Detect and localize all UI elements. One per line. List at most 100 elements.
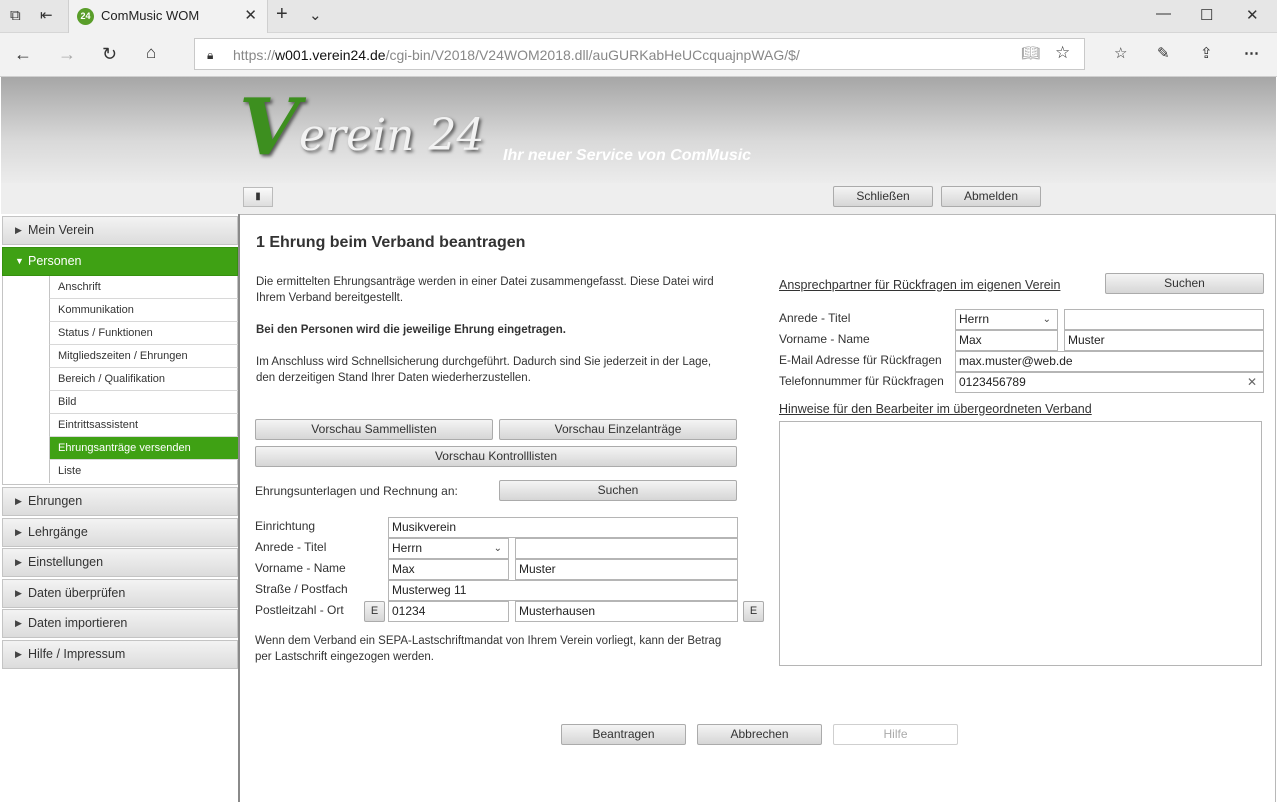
set-tabs-aside-icon[interactable]: ⇤ [40, 8, 53, 24]
favicon-icon: 24 [77, 8, 94, 25]
back-icon[interactable]: ← [14, 45, 32, 63]
new-tab-icon[interactable]: + [276, 4, 288, 24]
chevron-down-icon: ⌄ [1042, 314, 1051, 325]
refresh-icon[interactable]: ↻ [102, 45, 117, 63]
plz-lookup-button[interactable]: E [364, 601, 385, 622]
nav-personen[interactable]: ▼ Personen [2, 247, 238, 276]
menu-toggle-button[interactable]: ▮ [243, 187, 273, 207]
reading-view-icon[interactable]: 📖︎ [1021, 46, 1040, 62]
strasse-input[interactable]: Musterweg 11 [388, 580, 738, 601]
caret-right-icon: ▶ [15, 225, 22, 235]
contact-nachname-input[interactable]: Muster [1064, 330, 1264, 351]
sub-mitgliedszeiten[interactable]: Mitgliedszeiten / Ehrungen [49, 345, 238, 368]
chevron-down-icon: ⌄ [493, 543, 502, 554]
clear-icon[interactable]: ✕ [1247, 373, 1257, 392]
contact-anrede-select[interactable]: Herrn ⌄ [955, 309, 1058, 330]
sub-kommunikation[interactable]: Kommunikation [49, 299, 238, 322]
contact-phone-input[interactable]: 0123456789 ✕ [955, 372, 1264, 393]
browser-tab-bar: ⧉ ⇤ 24 ComMusic WOM ✕ + ⌄ — ☐ ✕ [0, 0, 1277, 33]
more-icon[interactable]: ⋯ [1244, 46, 1259, 62]
home-icon[interactable]: ⌂ [146, 44, 156, 61]
help-button[interactable]: Hilfe [833, 724, 958, 745]
nav-label: Hilfe / Impressum [28, 647, 126, 661]
preview-control-lists-button[interactable]: Vorschau Kontrolllisten [255, 446, 737, 467]
contact-email-input[interactable]: max.muster@web.de [955, 351, 1264, 372]
sub-liste[interactable]: Liste [49, 460, 238, 483]
sepa-text-line2: per Lastschrift eingezogen werden. [255, 651, 434, 663]
nav-label: Daten überprüfen [28, 586, 126, 600]
contact-titel-input[interactable] [1064, 309, 1264, 330]
anrede-label: Anrede - Titel [255, 540, 327, 554]
favorites-list-icon[interactable]: ☆ [1114, 46, 1127, 62]
nav-daten-importieren[interactable]: ▶ Daten importieren [2, 609, 238, 638]
caret-right-icon: ▶ [15, 557, 22, 567]
caret-right-icon: ▶ [15, 588, 22, 598]
url-text: https://w001.verein24.de/cgi-bin/V2018/V… [233, 47, 800, 63]
logout-button[interactable]: Abmelden [941, 186, 1041, 207]
nav-hilfe[interactable]: ▶ Hilfe / Impressum [2, 640, 238, 669]
share-icon[interactable]: ⇪ [1200, 46, 1213, 62]
ort-lookup-button[interactable]: E [743, 601, 764, 622]
nav-lehrgaenge[interactable]: ▶ Lehrgänge [2, 518, 238, 547]
caret-right-icon: ▶ [15, 649, 22, 659]
caret-right-icon: ▶ [15, 527, 22, 537]
sub-bereich[interactable]: Bereich / Qualifikation [49, 368, 238, 391]
sub-anschrift[interactable]: Anschrift [49, 276, 238, 299]
submit-button[interactable]: Beantragen [561, 724, 686, 745]
plz-ort-label: Postleitzahl - Ort [255, 603, 344, 617]
sub-ehrungsantraege[interactable]: Ehrungsanträge versenden [49, 437, 238, 460]
contact-email-label: E-Mail Adresse für Rückfragen [779, 353, 942, 367]
logo-text: erein 24 [299, 110, 485, 161]
nachname-input[interactable]: Muster [515, 559, 738, 580]
nav-label: Daten importieren [28, 616, 128, 630]
intro-text-line1: Die ermittelten Ehrungsanträge werden in… [256, 276, 714, 288]
close-window-icon[interactable]: ✕ [1246, 8, 1259, 24]
preview-collective-lists-button[interactable]: Vorschau Sammellisten [255, 419, 493, 440]
nav-label: Mein Verein [28, 223, 95, 237]
minimize-icon[interactable]: — [1156, 6, 1171, 22]
tab-title: ComMusic WOM [101, 8, 200, 23]
close-tab-icon[interactable]: ✕ [244, 6, 257, 24]
plz-input[interactable]: 01234 [388, 601, 509, 622]
nav-ehrungen[interactable]: ▶ Ehrungen [2, 487, 238, 516]
search-contact-button[interactable]: Suchen [1105, 273, 1264, 294]
tab-preview-icon[interactable]: ⧉ [10, 8, 21, 24]
sub-status[interactable]: Status / Funktionen [49, 322, 238, 345]
name-label: Vorname - Name [255, 561, 346, 575]
nav-mein-verein[interactable]: ▶ Mein Verein [2, 216, 238, 245]
sub-eintritt[interactable]: Eintrittsassistent [49, 414, 238, 437]
slogan: Ihr neuer Service von ComMusic [503, 147, 752, 164]
nav-daten-pruefen[interactable]: ▶ Daten überprüfen [2, 579, 238, 608]
contact-vorname-input[interactable]: Max [955, 330, 1058, 351]
favorite-star-icon[interactable]: ☆ [1055, 44, 1070, 61]
contact-anrede-label: Anrede - Titel [779, 311, 851, 325]
url-field[interactable]: 🔒︎ https://w001.verein24.de/cgi-bin/V201… [194, 38, 1085, 70]
lock-icon: 🔒︎ [207, 48, 214, 62]
caret-right-icon: ▶ [15, 496, 22, 506]
caret-right-icon: ▶ [15, 618, 22, 628]
sub-bild[interactable]: Bild [49, 391, 238, 414]
forward-icon[interactable]: → [58, 45, 76, 63]
anrede-value: Herrn [392, 541, 423, 555]
preview-single-applications-button[interactable]: Vorschau Einzelanträge [499, 419, 737, 440]
anrede-select[interactable]: Herrn ⌄ [388, 538, 509, 559]
caret-down-icon: ▼ [15, 256, 24, 266]
nav-einstellungen[interactable]: ▶ Einstellungen [2, 548, 238, 577]
browser-tab[interactable]: 24 ComMusic WOM ✕ [68, 0, 268, 33]
backup-text-line2: den derzeitigen Stand Ihrer Daten wieder… [256, 372, 531, 384]
search-recipient-button[interactable]: Suchen [499, 480, 737, 501]
einrichtung-input[interactable]: Musikverein [388, 517, 738, 538]
close-button[interactable]: Schließen [833, 186, 933, 207]
chevron-down-icon[interactable]: ⌄ [309, 8, 322, 24]
pen-icon[interactable]: ✎ [1157, 46, 1170, 62]
contact-section-title: Ansprechpartner für Rückfragen im eigene… [779, 278, 1061, 292]
titel-input[interactable] [515, 538, 738, 559]
logo: V [239, 82, 300, 173]
notes-textarea[interactable] [779, 421, 1262, 666]
address-bar: ← → ↻ ⌂ 🔒︎ https://w001.verein24.de/cgi-… [0, 33, 1277, 77]
vorname-input[interactable]: Max [388, 559, 509, 580]
ort-input[interactable]: Musterhausen [515, 601, 738, 622]
maximize-icon[interactable]: ☐ [1200, 8, 1213, 24]
cancel-button[interactable]: Abbrechen [697, 724, 822, 745]
nav-label: Einstellungen [28, 555, 104, 569]
